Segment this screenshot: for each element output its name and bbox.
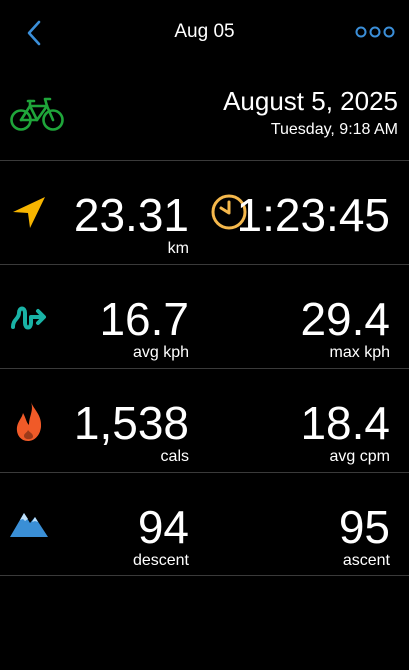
avg-speed-value: 16.7 <box>99 293 189 345</box>
duration-metric: 1:23:45 <box>237 192 390 238</box>
cadence-metric: 18.4 avg cpm <box>300 400 390 466</box>
ascent-metric: 95 ascent <box>339 504 390 570</box>
descent-unit: descent <box>132 552 189 569</box>
navigation-arrow-icon <box>9 192 49 232</box>
ascent-value: 95 <box>338 501 390 553</box>
descent-value: 94 <box>137 501 189 553</box>
calories-value: 1,538 <box>73 397 189 449</box>
distance-value: 23.31 <box>73 189 189 241</box>
divider <box>0 575 409 576</box>
page-title: Aug 05 <box>174 21 235 42</box>
flame-icon <box>9 400 49 441</box>
avg-speed-metric: 16.7 avg kph <box>99 296 189 362</box>
max-speed-metric: 29.4 max kph <box>300 296 390 362</box>
max-speed-unit: max kph <box>329 344 390 361</box>
stats-row-elevation: 94 descent 95 ascent <box>0 473 409 576</box>
cadence-value: 18.4 <box>300 397 390 449</box>
distance-metric: 23.31 km <box>74 192 189 258</box>
descent-metric: 94 descent <box>133 504 189 570</box>
more-dots-icon <box>355 26 395 38</box>
more-options-button[interactable] <box>355 20 395 44</box>
cadence-unit: avg cpm <box>329 448 390 465</box>
mountain-icon <box>9 507 49 539</box>
bike-icon <box>9 94 65 134</box>
avg-speed-unit: avg kph <box>132 344 189 361</box>
ascent-unit: ascent <box>342 552 390 569</box>
max-speed-value: 29.4 <box>300 293 390 345</box>
calories-unit: cals <box>160 448 189 465</box>
top-bar: Aug 05 <box>0 0 409 64</box>
duration-value: 1:23:45 <box>236 189 390 241</box>
calories-metric: 1,538 cals <box>74 400 189 466</box>
stats-row-calories-cadence: 1,538 cals 18.4 avg cpm <box>0 369 409 472</box>
stats-row-speed: 16.7 avg kph 29.4 max kph <box>0 265 409 368</box>
speed-squiggle-icon <box>9 299 49 339</box>
stats-row-distance-time: 23.31 km 1:23:45 <box>0 161 409 264</box>
distance-unit: km <box>167 240 189 257</box>
activity-summary: August 5, 2025 Tuesday, 9:18 AM <box>0 64 409 160</box>
activity-date: August 5, 2025 <box>223 86 398 116</box>
activity-day-time: Tuesday, 9:18 AM <box>270 121 398 138</box>
